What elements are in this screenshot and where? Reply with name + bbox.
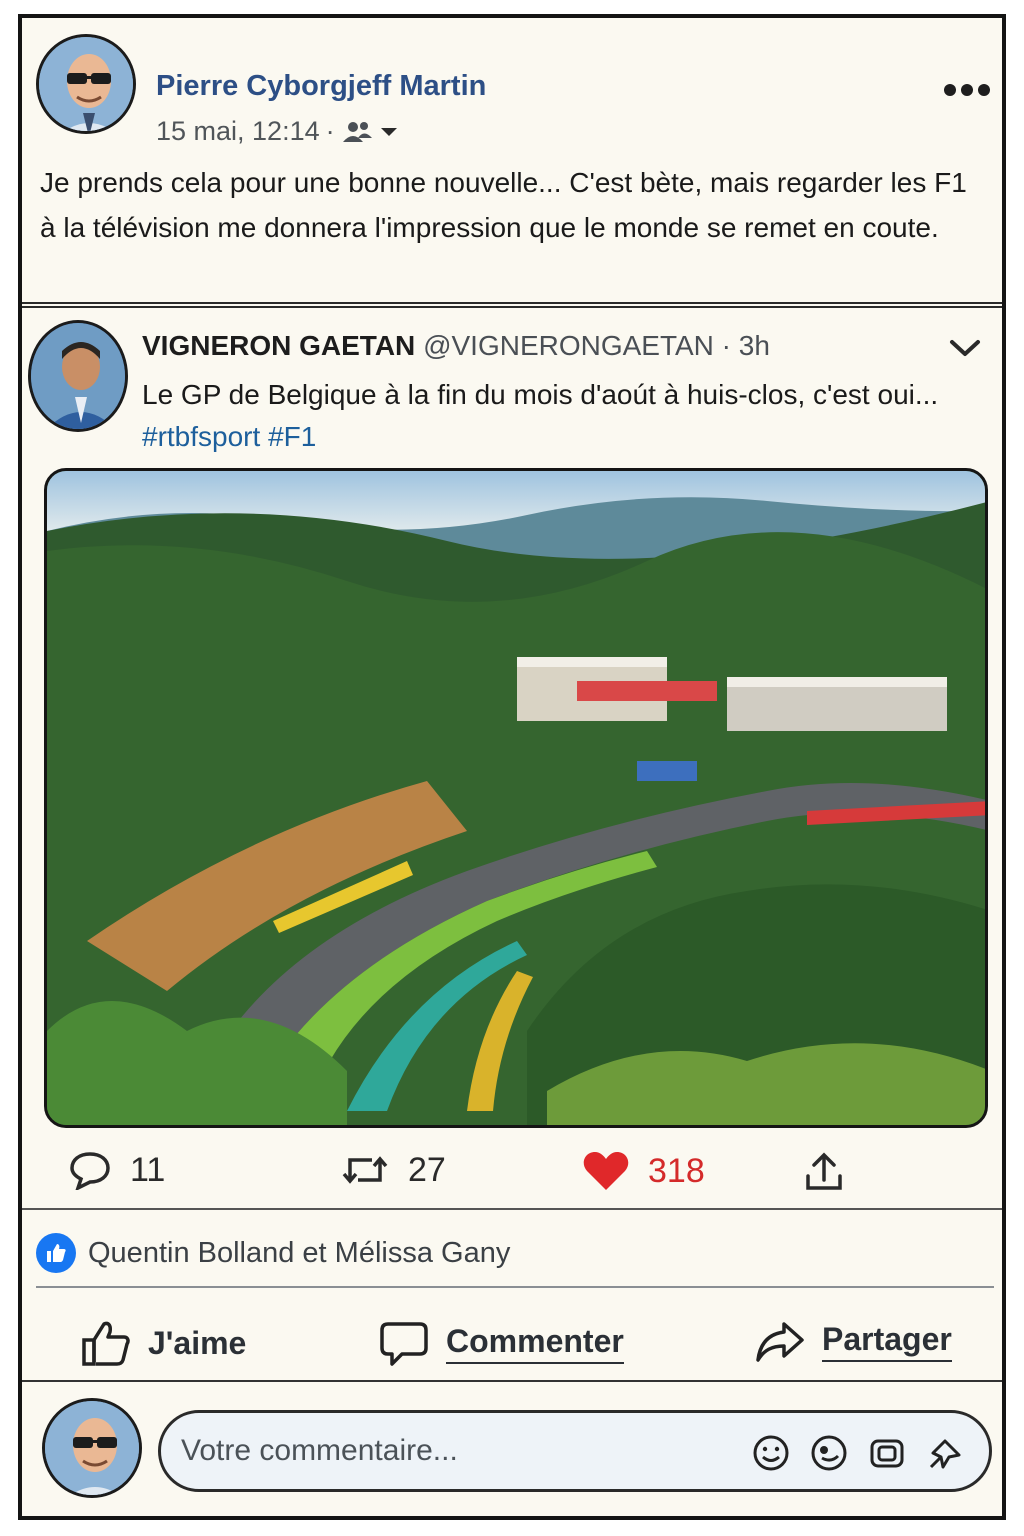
post-header: Pierre Cyborgjeff Martin 15 mai, 12:14 · (36, 34, 992, 147)
reactions-summary: Quentin Bolland et Mélissa Gany (36, 1228, 510, 1278)
post-timestamp[interactable]: 15 mai, 12:14 (156, 116, 320, 147)
caret-down-icon (380, 127, 397, 136)
reactions-text[interactable]: Quentin Bolland et Mélissa Gany (88, 1237, 510, 1270)
tweet-text: Le GP de Belgique à la fin du mois d'aoú… (142, 374, 972, 458)
like-tweet-button[interactable]: 318 (582, 1150, 705, 1192)
hashtag-link[interactable]: #F1 (268, 421, 316, 452)
comment-button[interactable]: Commenter (378, 1318, 624, 1368)
post-divider (22, 302, 1002, 308)
share-arrow-icon (756, 1322, 804, 1362)
tweet-time: · 3h (721, 330, 770, 361)
reactions-divider (36, 1286, 994, 1288)
meta-separator: · (325, 116, 335, 146)
share-tweet-button[interactable] (802, 1150, 846, 1194)
like-count: 318 (648, 1151, 705, 1190)
share-button[interactable]: Partager (754, 1318, 952, 1364)
post-actions: J'aime Commenter Partager (22, 1308, 1002, 1388)
comment-composer (158, 1410, 992, 1492)
audience-selector[interactable] (341, 120, 399, 144)
retweet-count: 27 (408, 1150, 446, 1189)
share-button-label: Partager (822, 1321, 952, 1362)
camera-icon[interactable] (867, 1433, 907, 1473)
comment-bubble-icon (380, 1322, 428, 1366)
thumbs-up-outline-icon (82, 1321, 130, 1366)
tweet-author-name[interactable]: VIGNERON GAETAN (142, 330, 415, 361)
chevron-down-icon[interactable] (948, 336, 982, 360)
tweet-divider (22, 1208, 1002, 1210)
retweet-icon (342, 1156, 388, 1184)
more-options-icon[interactable] (942, 78, 992, 102)
tweet-hashtags: #rtbfsport #F1 (142, 416, 972, 458)
post-meta: 15 mai, 12:14 · (156, 116, 399, 147)
tweet-body: Le GP de Belgique à la fin du mois d'aoú… (142, 379, 939, 410)
reply-button[interactable]: 11 (68, 1150, 165, 1190)
upload-share-icon (806, 1152, 842, 1190)
reply-count: 11 (130, 1150, 166, 1189)
tweet-image[interactable] (44, 468, 988, 1128)
comment-button-label: Commenter (446, 1323, 624, 1364)
send-icon[interactable] (927, 1433, 967, 1473)
heart-icon (583, 1152, 629, 1190)
friends-icon (342, 121, 372, 142)
author-avatar[interactable] (36, 34, 136, 134)
like-button-label: J'aime (148, 1324, 247, 1361)
tweet-actions: 11 27 318 (22, 1144, 1002, 1204)
current-user-avatar[interactable] (42, 1398, 142, 1498)
tweet-author-avatar[interactable] (28, 320, 128, 432)
post-text: Je prends cela pour une bonne nouvelle..… (40, 167, 967, 243)
retweet-button[interactable]: 27 (340, 1150, 446, 1190)
like-button[interactable]: J'aime (80, 1318, 246, 1368)
sticker-icon[interactable] (809, 1433, 849, 1473)
comment-input[interactable] (181, 1427, 741, 1475)
race-circuit-illustration (47, 471, 985, 1125)
author-name[interactable]: Pierre Cyborgjeff Martin (156, 70, 486, 103)
tweet-author-handle[interactable]: @VIGNERONGAETAN (423, 330, 714, 361)
hashtag-link[interactable]: #rtbfsport (142, 421, 260, 452)
emoji-icon[interactable] (751, 1433, 791, 1473)
thumbs-up-icon (36, 1233, 76, 1273)
actions-divider (22, 1380, 1002, 1382)
post-card: Pierre Cyborgjeff Martin 15 mai, 12:14 · (18, 14, 1006, 1520)
reply-icon (70, 1152, 110, 1190)
tweet-header: VIGNERON GAETAN @VIGNERONGAETAN · 3h (142, 330, 770, 362)
